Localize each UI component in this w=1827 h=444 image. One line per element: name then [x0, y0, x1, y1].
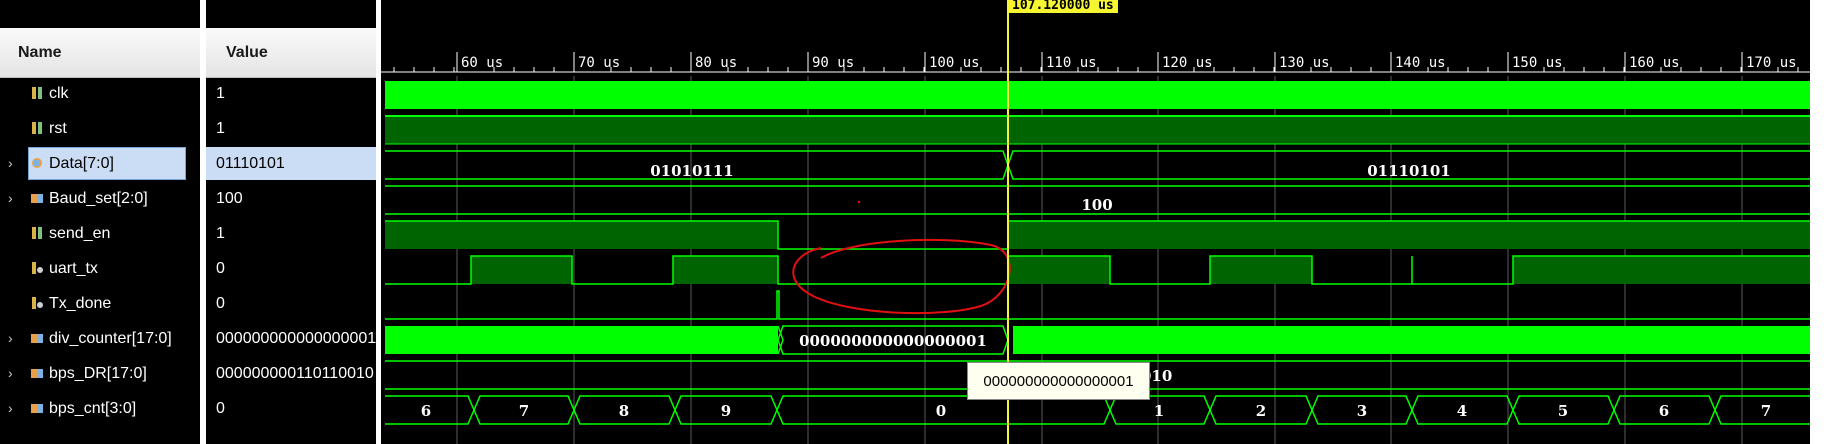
- expand-chevron-icon[interactable]: ›: [8, 154, 22, 172]
- bus-icon: [30, 191, 44, 205]
- wave-bps-cnt-value: 2: [1256, 402, 1266, 420]
- expand-chevron-icon[interactable]: ›: [8, 329, 22, 347]
- red-annotation-dot: [857, 200, 861, 204]
- wave-bps-cnt-value: 7: [1761, 402, 1771, 420]
- wave-bps-cnt-value: 3: [1357, 402, 1367, 420]
- wave-bps-cnt-value: 6: [421, 402, 431, 420]
- bit-output-icon: [30, 296, 44, 310]
- signal-name: uart_tx: [49, 260, 98, 277]
- bus-icon: [30, 331, 44, 345]
- wave-bps-cnt-value: 6: [1659, 402, 1669, 420]
- timeline-tick-label: 110 us: [1046, 55, 1097, 71]
- wave-baud-value: 100: [1081, 196, 1112, 214]
- signal-name: rst: [49, 120, 67, 137]
- signal-value[interactable]: 000000000110110010: [206, 356, 376, 391]
- timeline-tick-label: 70 us: [578, 55, 620, 71]
- signal-name: Tx_done: [49, 295, 112, 312]
- wave-bps-cnt-value: 7: [519, 402, 529, 420]
- expand-chevron-icon[interactable]: ›: [8, 364, 22, 382]
- wave-bps-cnt-value: 1: [1154, 402, 1164, 420]
- window-right-edge: [1810, 0, 1827, 444]
- wave-bps-cnt-value: 9: [721, 402, 731, 420]
- signal-value[interactable]: 1: [206, 111, 376, 146]
- signal-value[interactable]: 0: [206, 391, 376, 426]
- signal-value[interactable]: 0: [206, 286, 376, 321]
- wave-bps-cnt-value: 0: [936, 402, 946, 420]
- signal-row-bps-cnt[interactable]: › bps_cnt[3:0]: [0, 391, 200, 426]
- expand-chevron-icon[interactable]: ›: [8, 399, 22, 417]
- timeline-tick-label: 170 us: [1746, 55, 1797, 71]
- signal-name: bps_cnt[3:0]: [49, 400, 137, 417]
- signal-name: bps_DR[17:0]: [49, 365, 147, 382]
- red-annotation-circle: [792, 238, 1011, 315]
- bit-signal-icon: [30, 121, 44, 135]
- signal-row-rst[interactable]: rst: [0, 111, 200, 146]
- bit-output-icon: [30, 261, 44, 275]
- signal-row-send-en[interactable]: send_en: [0, 216, 200, 251]
- wave-tx-done: [385, 290, 1810, 320]
- timeline-tick-label: 130 us: [1279, 55, 1330, 71]
- name-column-header[interactable]: Name: [0, 28, 200, 78]
- wave-uart-tx: [385, 255, 1810, 285]
- signal-value[interactable]: 1: [206, 76, 376, 111]
- signal-value[interactable]: 100: [206, 181, 376, 216]
- signal-row-uart-tx[interactable]: uart_tx: [0, 251, 200, 286]
- wave-rst: [385, 115, 1810, 145]
- timeline-tick-label: 150 us: [1512, 55, 1563, 71]
- wave-data: [385, 150, 1810, 180]
- wave-data-value-after: 01110101: [1367, 162, 1451, 180]
- wave-bps-cnt-value: 8: [619, 402, 629, 420]
- timeline-tick-label: 100 us: [929, 55, 980, 71]
- signal-value-selected[interactable]: 01110101: [206, 147, 376, 180]
- signal-row-data[interactable]: › Data[7:0]: [0, 146, 200, 181]
- timeline-tick-label: 160 us: [1629, 55, 1680, 71]
- wave-data-value-before: 01010111: [650, 162, 734, 180]
- wave-bps-cnt-value: 4: [1457, 402, 1467, 420]
- timeline-tick-label: 80 us: [695, 55, 737, 71]
- bus-input-icon: [30, 156, 44, 170]
- wave-div-counter-value: 000000000000000001: [799, 332, 987, 350]
- signal-value[interactable]: 1: [206, 216, 376, 251]
- signal-row-tx-done[interactable]: Tx_done: [0, 286, 200, 321]
- timeline-tick-label: 90 us: [812, 55, 854, 71]
- signal-name: Baud_set[2:0]: [49, 190, 148, 207]
- signal-value[interactable]: 0: [206, 251, 376, 286]
- signal-row-baud-set[interactable]: › Baud_set[2:0]: [0, 181, 200, 216]
- signal-name: clk: [49, 85, 69, 102]
- signal-value[interactable]: 000000000000000001: [206, 321, 376, 356]
- wave-bps-cnt-value: 5: [1558, 402, 1568, 420]
- timeline-tick-label: 60 us: [461, 55, 503, 71]
- expand-chevron-icon[interactable]: ›: [8, 189, 22, 207]
- bus-icon: [30, 366, 44, 380]
- timeline-tick-label: 140 us: [1395, 55, 1446, 71]
- bit-signal-icon: [30, 226, 44, 240]
- signal-name: Data[7:0]: [49, 155, 114, 172]
- signal-row-clk[interactable]: clk: [0, 76, 200, 111]
- wave-send-en: [385, 220, 1810, 250]
- wave-clk: [385, 81, 1810, 109]
- signal-row-bps-dr[interactable]: › bps_DR[17:0]: [0, 356, 200, 391]
- value-tooltip: 000000000000000001: [967, 362, 1150, 400]
- timeline-tick-label: 120 us: [1162, 55, 1213, 71]
- bit-signal-icon: [30, 86, 44, 100]
- signal-row-div-counter[interactable]: › div_counter[17:0]: [0, 321, 200, 356]
- wave-div-counter: [385, 325, 1810, 355]
- signal-name: div_counter[17:0]: [49, 330, 172, 347]
- cursor-time-label: 107.120000 us: [1008, 0, 1118, 13]
- signal-name: send_en: [49, 225, 111, 242]
- bus-icon: [30, 401, 44, 415]
- value-column-header[interactable]: Value: [206, 28, 376, 78]
